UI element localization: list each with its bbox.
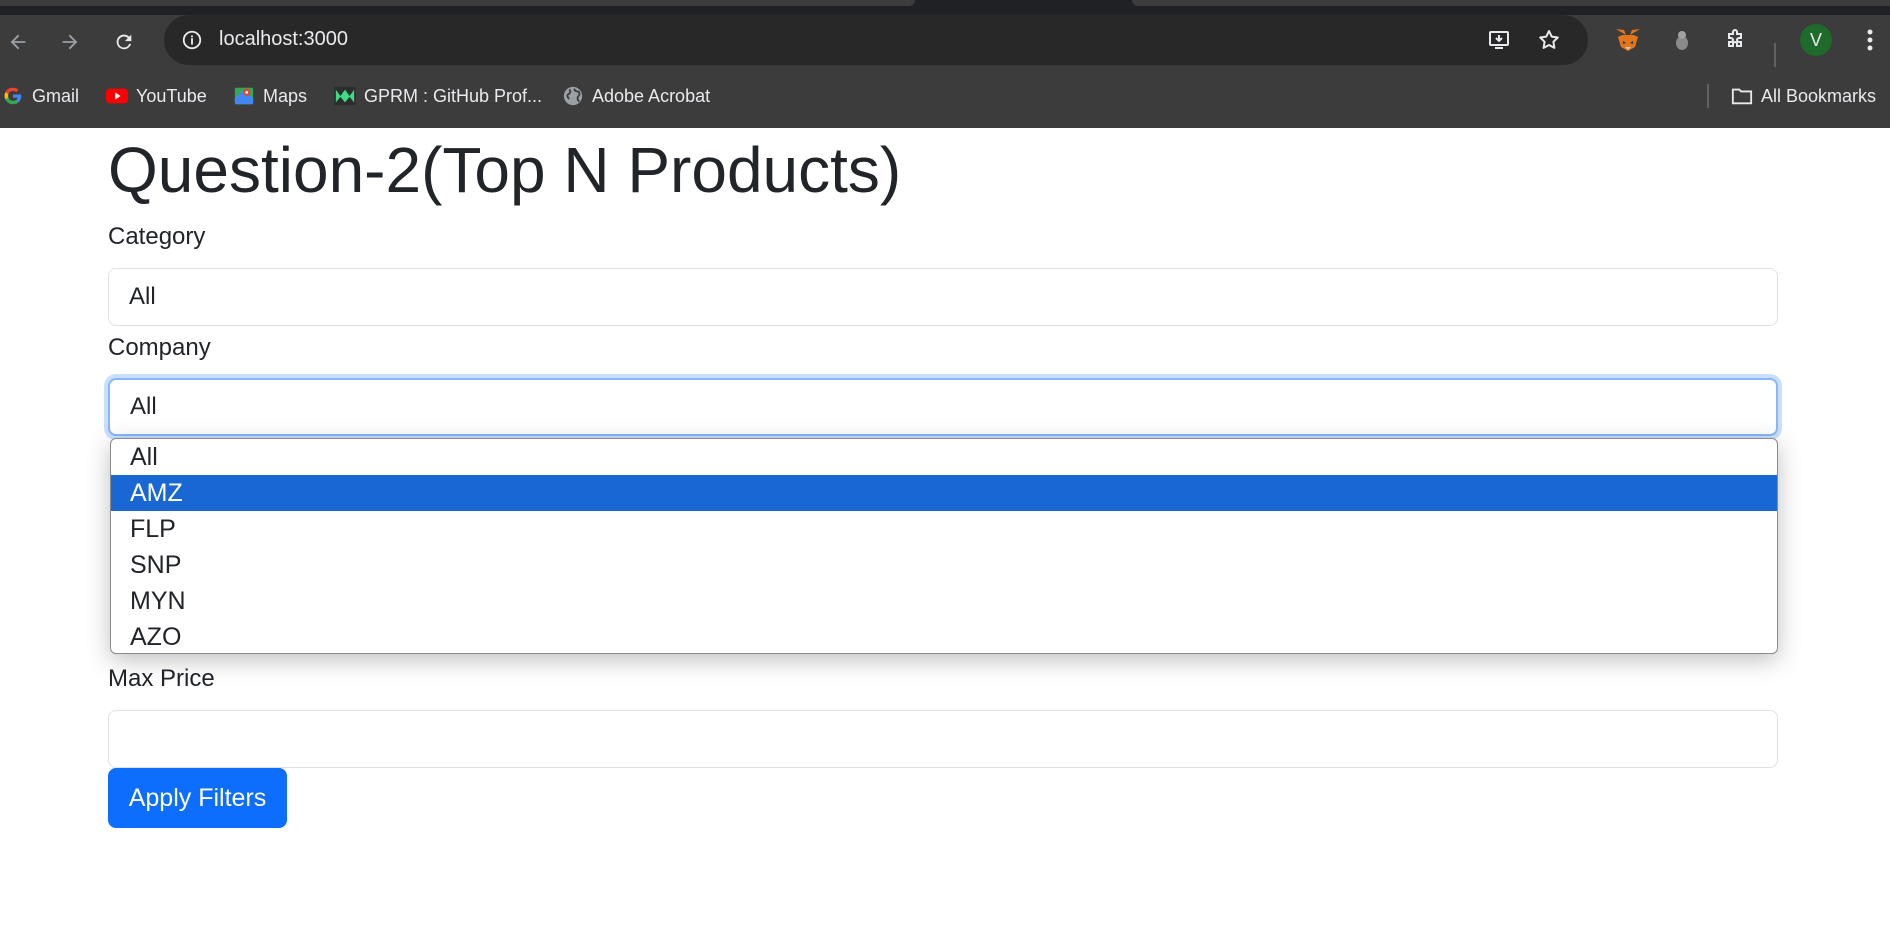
reload-button[interactable] bbox=[106, 15, 142, 68]
bookmark-youtube[interactable]: YouTube bbox=[106, 83, 207, 109]
more-menu-icon[interactable] bbox=[1854, 24, 1886, 56]
bookmark-gmail[interactable]: Gmail bbox=[2, 83, 79, 109]
bookmark-label: Adobe Acrobat bbox=[592, 85, 711, 106]
max-price-input[interactable] bbox=[108, 710, 1778, 768]
company-option[interactable]: MYN bbox=[111, 583, 1777, 619]
bookmark-label: GPRM : GitHub Prof... bbox=[364, 85, 543, 106]
tab-strip bbox=[0, 0, 1890, 15]
company-selected-value: All bbox=[130, 393, 157, 420]
reload-icon bbox=[116, 34, 132, 49]
company-dropdown-list: All AMZ FLP SNP MYN AZO bbox=[110, 438, 1778, 654]
bookmark-gprm[interactable]: GPRM : GitHub Prof... bbox=[334, 83, 542, 109]
browser-chrome: localhost:3000 V Gmail YouTube Maps GPRM… bbox=[0, 0, 1890, 128]
apply-filters-button[interactable]: Apply Filters bbox=[108, 768, 287, 828]
bookmark-star-icon[interactable] bbox=[1534, 25, 1564, 55]
company-select[interactable]: All bbox=[108, 378, 1778, 436]
category-select[interactable]: All bbox=[108, 268, 1778, 326]
bookmark-label: Gmail bbox=[32, 85, 80, 106]
extension-icon[interactable] bbox=[1666, 24, 1698, 56]
browser-toolbar: localhost:3000 V bbox=[0, 15, 1890, 68]
bookmark-label: Maps bbox=[263, 85, 308, 106]
page-title: Question-2(Top N Products) bbox=[108, 134, 902, 206]
company-option[interactable]: AMZ bbox=[111, 475, 1777, 511]
all-bookmarks-label: All Bookmarks bbox=[1761, 85, 1877, 106]
max-price-label: Max Price bbox=[108, 665, 215, 692]
install-app-icon[interactable] bbox=[1484, 25, 1514, 55]
all-bookmarks-button[interactable]: All Bookmarks bbox=[1731, 83, 1876, 109]
toolbar-divider bbox=[1774, 43, 1776, 67]
url-text[interactable]: localhost:3000 bbox=[219, 28, 348, 51]
company-label: Company bbox=[108, 334, 211, 361]
folder-icon bbox=[1731, 85, 1753, 107]
bookmark-adobe-acrobat[interactable]: Adobe Acrobat bbox=[562, 83, 710, 109]
metamask-fox-icon[interactable] bbox=[1612, 24, 1644, 56]
maps-icon bbox=[233, 85, 255, 107]
company-option[interactable]: FLP bbox=[111, 511, 1777, 547]
bookmark-maps[interactable]: Maps bbox=[233, 83, 307, 109]
forward-arrow-icon bbox=[62, 34, 78, 49]
site-info-icon[interactable] bbox=[178, 26, 206, 54]
extensions-puzzle-icon[interactable] bbox=[1720, 24, 1752, 56]
category-selected-value: All bbox=[129, 283, 156, 310]
bookmarks-divider bbox=[1707, 84, 1709, 108]
google-g-icon bbox=[2, 85, 24, 107]
browser-tab[interactable] bbox=[1132, 0, 1890, 6]
company-option[interactable]: SNP bbox=[111, 547, 1777, 583]
globe-icon bbox=[562, 85, 584, 107]
browser-tab[interactable] bbox=[0, 0, 915, 6]
company-option[interactable]: AZO bbox=[111, 619, 1777, 653]
back-arrow-icon bbox=[10, 34, 26, 49]
profile-avatar[interactable]: V bbox=[1800, 24, 1832, 56]
company-option[interactable]: All bbox=[111, 439, 1777, 475]
bookmark-label: YouTube bbox=[136, 85, 207, 106]
gprm-icon bbox=[334, 85, 356, 107]
category-label: Category bbox=[108, 223, 206, 250]
bookmarks-bar: Gmail YouTube Maps GPRM : GitHub Prof...… bbox=[0, 75, 1890, 117]
address-bar[interactable]: localhost:3000 bbox=[164, 15, 1588, 65]
back-button[interactable] bbox=[0, 15, 36, 68]
forward-button[interactable] bbox=[52, 15, 88, 68]
youtube-icon bbox=[106, 85, 128, 107]
